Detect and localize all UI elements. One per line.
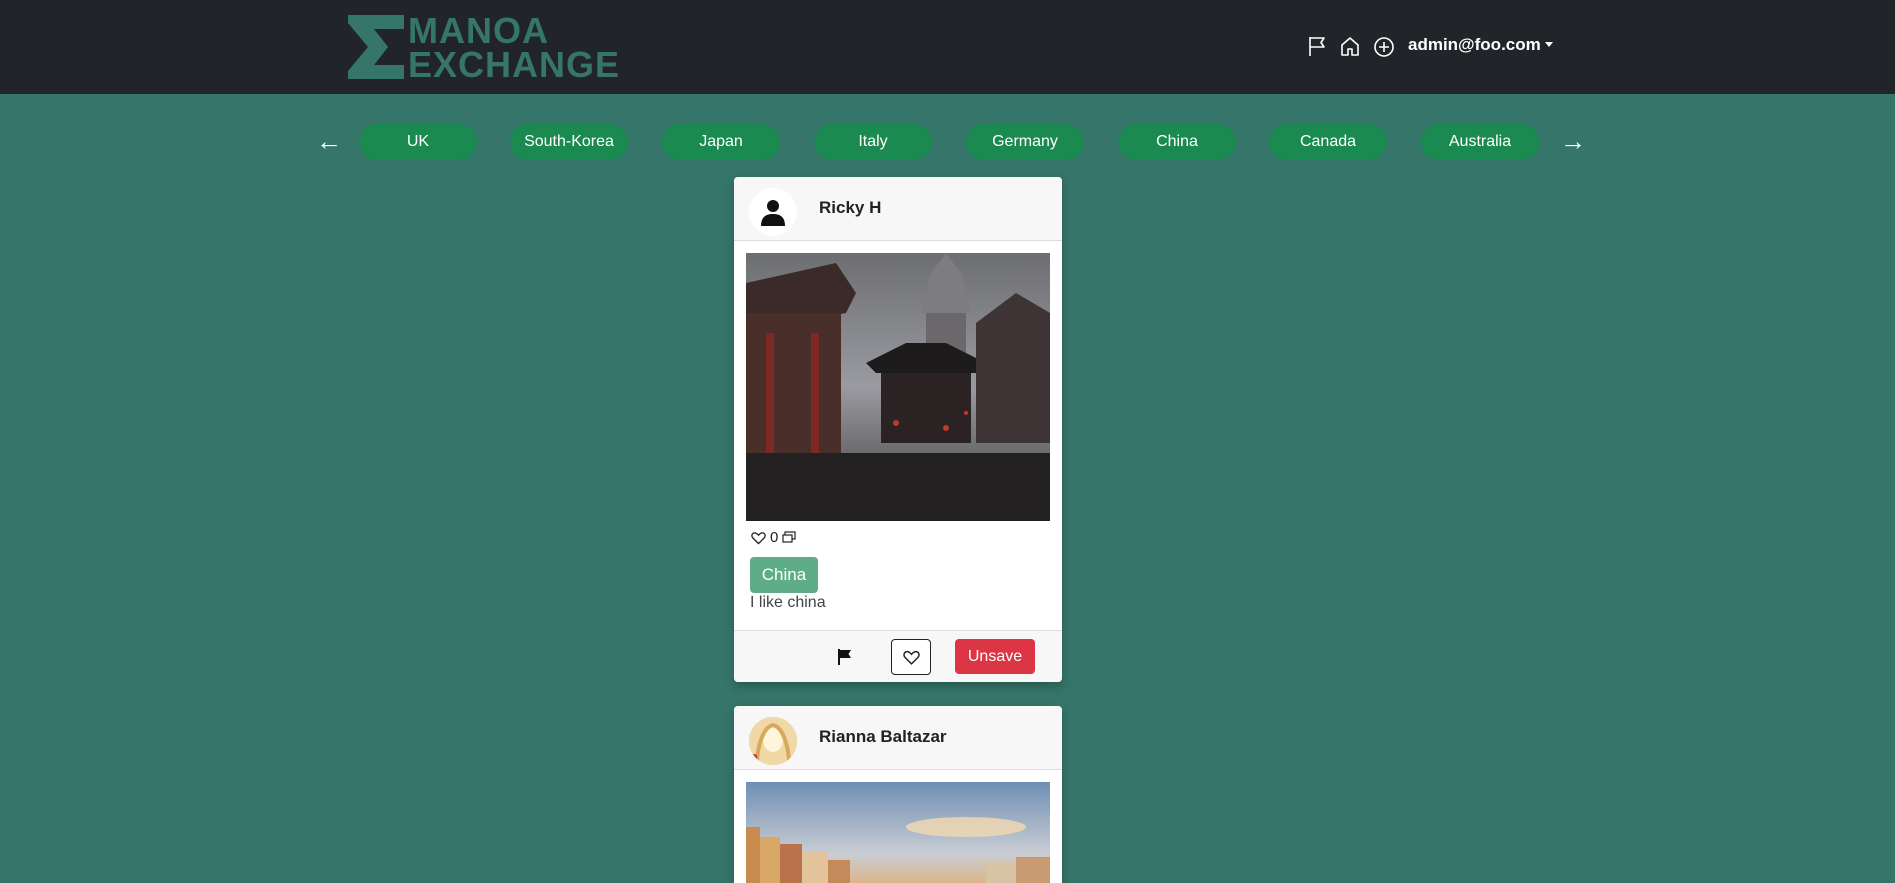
comment-icon[interactable]: [782, 531, 796, 544]
country-pill-uk[interactable]: UK: [359, 124, 477, 160]
post-author[interactable]: Ricky H: [819, 198, 881, 218]
post-footer: Unsave: [734, 630, 1062, 682]
post-card: Rianna Baltazar: [734, 706, 1062, 883]
post-header: Ricky H: [734, 177, 1062, 241]
user-dropdown[interactable]: admin@foo.com: [1408, 35, 1553, 55]
home-icon[interactable]: [1339, 35, 1361, 57]
avatar[interactable]: [749, 717, 797, 765]
post-caption: I like china: [750, 594, 826, 611]
post-image[interactable]: [746, 782, 1050, 883]
report-flag-icon[interactable]: [836, 648, 856, 668]
manoa-exchange-logo[interactable]: MANOA EXCHANGE: [348, 13, 619, 83]
country-pill-italy[interactable]: Italy: [814, 124, 932, 160]
user-email: admin@foo.com: [1408, 35, 1541, 54]
country-pill-germany[interactable]: Germany: [966, 124, 1084, 160]
country-pill-australia[interactable]: Australia: [1421, 124, 1539, 160]
country-tag[interactable]: China: [750, 557, 818, 593]
avatar[interactable]: [749, 188, 797, 236]
navbar: MANOA EXCHANGE admin@foo.com: [0, 0, 1895, 94]
user-photo-icon: [749, 717, 797, 765]
flag-icon[interactable]: [1306, 35, 1328, 57]
like-button[interactable]: [891, 639, 931, 675]
carousel-next-arrow[interactable]: →: [1560, 126, 1586, 156]
post-author[interactable]: Rianna Baltazar: [819, 727, 947, 747]
logo-line-2: EXCHANGE: [408, 44, 621, 85]
country-pill-canada[interactable]: Canada: [1269, 124, 1387, 160]
sigma-logo-icon: [348, 15, 404, 79]
post-image[interactable]: [746, 253, 1050, 521]
like-count: 0: [770, 529, 779, 546]
heart-outline-icon: [902, 650, 920, 665]
caret-down-icon: [1544, 42, 1553, 47]
plus-circle-icon[interactable]: [1373, 36, 1395, 58]
heart-icon: [751, 531, 766, 545]
country-pill-south-korea[interactable]: South-Korea: [510, 124, 628, 160]
post-card: Ricky H 0 China I like china Unsave: [734, 177, 1062, 682]
unsave-button[interactable]: Unsave: [955, 639, 1035, 674]
post-header: Rianna Baltazar: [734, 706, 1062, 770]
carousel-prev-arrow[interactable]: ←: [316, 126, 342, 156]
post-stats: 0: [751, 529, 796, 546]
country-pill-china[interactable]: China: [1118, 124, 1236, 160]
person-icon: [761, 200, 785, 226]
country-pill-japan[interactable]: Japan: [662, 124, 780, 160]
